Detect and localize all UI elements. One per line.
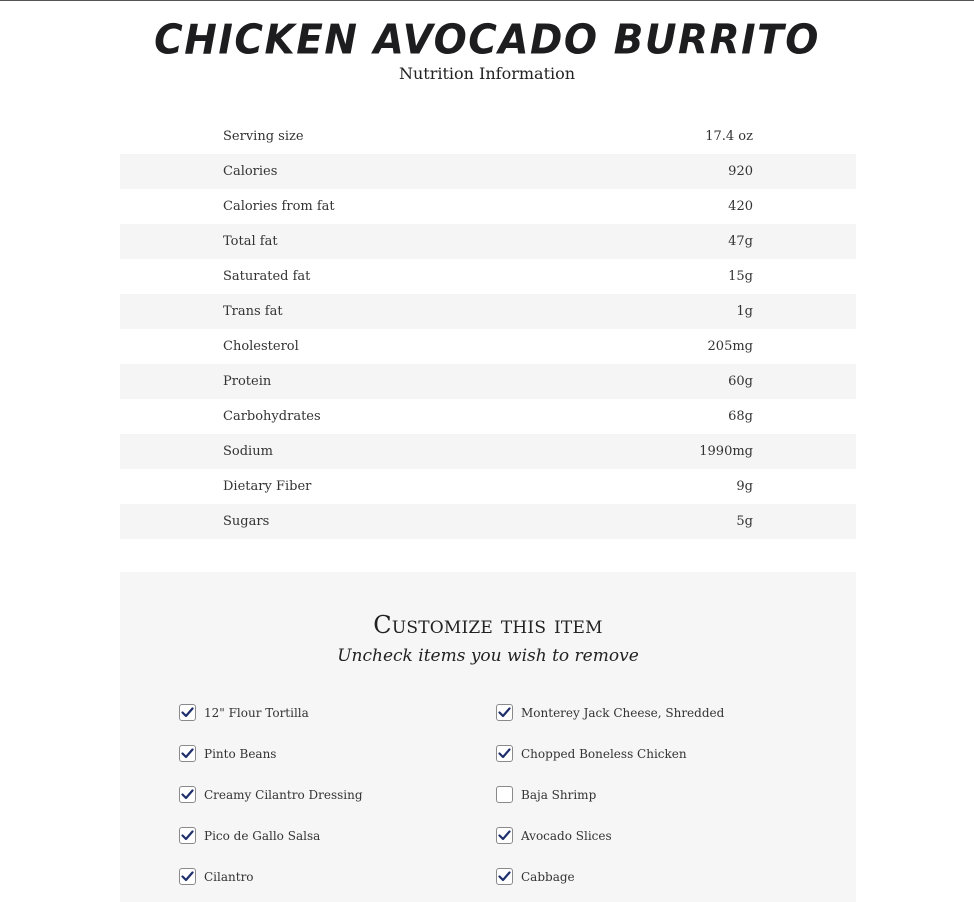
customize-title: Customize this item — [373, 611, 603, 639]
checkmark-icon — [181, 871, 194, 882]
nutrition-row: Serving size 17.4 oz — [120, 119, 856, 154]
checkbox[interactable] — [496, 827, 513, 844]
option-label: Avocado Slices — [521, 828, 612, 843]
nutrition-value: 1g — [736, 304, 753, 319]
option-chopped-chicken[interactable]: Chopped Boneless Chicken — [496, 733, 724, 774]
checkmark-icon — [498, 748, 511, 759]
checkbox[interactable] — [179, 868, 196, 885]
nutrition-label: Trans fat — [223, 304, 283, 319]
checkbox[interactable] — [496, 786, 513, 803]
options-left-column: 12" Flour Tortilla Pinto Beans Creamy Ci… — [179, 692, 363, 897]
option-flour-tortilla[interactable]: 12" Flour Tortilla — [179, 692, 363, 733]
option-label: Cilantro — [204, 869, 254, 884]
nutrition-value: 68g — [728, 409, 753, 424]
checkbox[interactable] — [496, 868, 513, 885]
nutrition-row: Sodium 1990mg — [120, 434, 856, 469]
checkbox[interactable] — [496, 745, 513, 762]
nutrition-value: 420 — [728, 199, 753, 214]
page-subtitle: Nutrition Information — [398, 64, 576, 83]
customize-panel: Customize this item Uncheck items you wi… — [120, 572, 856, 902]
nutrition-label: Protein — [223, 374, 272, 389]
nutrition-row: Dietary Fiber 9g — [120, 469, 856, 504]
nutrition-row: Sugars 5g — [120, 504, 856, 539]
nutrition-row: Trans fat 1g — [120, 294, 856, 329]
nutrition-row: Calories 920 — [120, 154, 856, 189]
option-label: Pico de Gallo Salsa — [204, 828, 321, 843]
nutrition-row: Protein 60g — [120, 364, 856, 399]
checkmark-icon — [181, 707, 194, 718]
option-label: Cabbage — [521, 869, 575, 884]
nutrition-value: 205mg — [707, 339, 753, 354]
checkmark-icon — [181, 748, 194, 759]
nutrition-label: Cholesterol — [223, 339, 299, 354]
option-baja-shrimp[interactable]: Baja Shrimp — [496, 774, 724, 815]
nutrition-label: Total fat — [223, 234, 278, 249]
option-label: Chopped Boneless Chicken — [521, 746, 687, 761]
checkmark-icon — [181, 789, 194, 800]
option-label: Creamy Cilantro Dressing — [204, 787, 363, 802]
nutrition-label: Calories — [223, 164, 278, 179]
nutrition-value: 920 — [728, 164, 753, 179]
nutrition-label: Serving size — [223, 129, 304, 144]
nutrition-label: Calories from fat — [223, 199, 335, 214]
nutrition-row: Cholesterol 205mg — [120, 329, 856, 364]
checkmark-icon — [498, 871, 511, 882]
options-right-column: Monterey Jack Cheese, Shredded Chopped B… — [496, 692, 724, 897]
checkbox[interactable] — [179, 745, 196, 762]
nutrition-table: Serving size 17.4 oz Calories 920 Calories… — [120, 119, 856, 539]
checkmark-icon — [498, 707, 511, 718]
checkmark-icon — [498, 830, 511, 841]
nutrition-row: Total fat 47g — [120, 224, 856, 259]
nutrition-row: Calories from fat 420 — [120, 189, 856, 224]
nutrition-value: 5g — [736, 514, 753, 529]
nutrition-row: Saturated fat 15g — [120, 259, 856, 294]
option-pico-de-gallo[interactable]: Pico de Gallo Salsa — [179, 815, 363, 856]
nutrition-label: Saturated fat — [223, 269, 311, 284]
checkbox[interactable] — [179, 786, 196, 803]
nutrition-value: 47g — [728, 234, 753, 249]
option-cilantro-dressing[interactable]: Creamy Cilantro Dressing — [179, 774, 363, 815]
checkbox[interactable] — [179, 704, 196, 721]
option-monterey-jack[interactable]: Monterey Jack Cheese, Shredded — [496, 692, 724, 733]
nutrition-value: 60g — [728, 374, 753, 389]
option-label: Pinto Beans — [204, 746, 277, 761]
nutrition-label: Sugars — [223, 514, 270, 529]
option-label: Monterey Jack Cheese, Shredded — [521, 705, 725, 720]
option-label: 12" Flour Tortilla — [204, 705, 309, 720]
option-label: Baja Shrimp — [521, 787, 597, 802]
nutrition-label: Dietary Fiber — [223, 479, 312, 494]
nutrition-label: Sodium — [223, 444, 273, 459]
checkbox[interactable] — [496, 704, 513, 721]
nutrition-value: 15g — [728, 269, 753, 284]
page-title: CHICKEN AVOCADO BURRITO — [154, 16, 820, 65]
nutrition-label: Carbohydrates — [223, 409, 321, 424]
nutrition-value: 1990mg — [699, 444, 753, 459]
checkmark-icon — [181, 830, 194, 841]
option-avocado-slices[interactable]: Avocado Slices — [496, 815, 724, 856]
customize-subtitle: Uncheck items you wish to remove — [337, 646, 639, 666]
nutrition-value: 17.4 oz — [705, 129, 753, 144]
option-pinto-beans[interactable]: Pinto Beans — [179, 733, 363, 774]
nutrition-row: Carbohydrates 68g — [120, 399, 856, 434]
nutrition-value: 9g — [736, 479, 753, 494]
checkbox[interactable] — [179, 827, 196, 844]
